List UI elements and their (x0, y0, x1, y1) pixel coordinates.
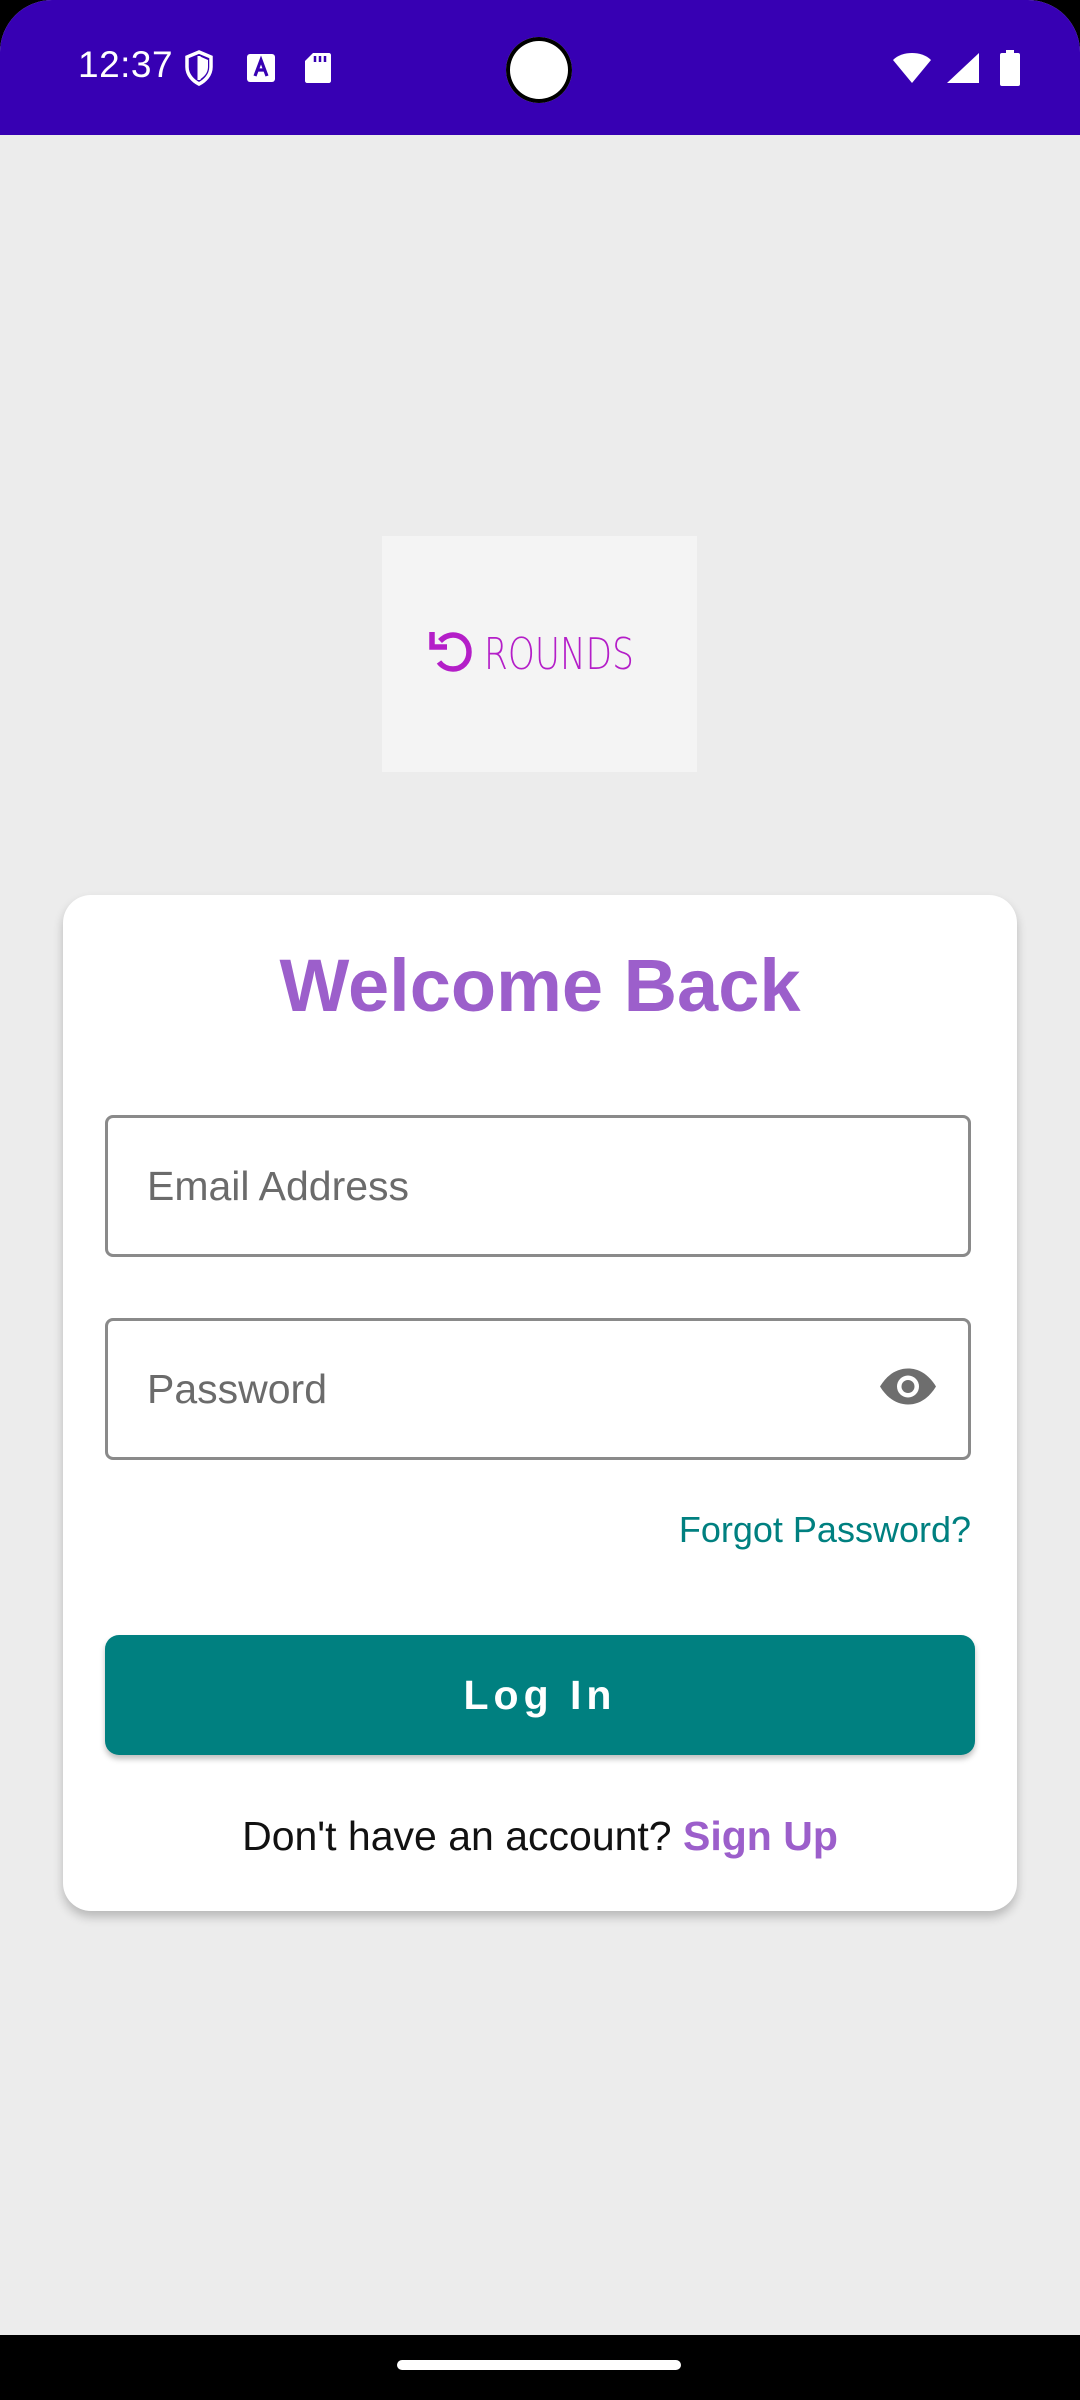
signup-prompt: Don't have an account? (242, 1813, 684, 1859)
login-screen: 12:37 ROUNDS Welcome Back Email Address … (0, 0, 1080, 2400)
password-field[interactable] (105, 1318, 971, 1460)
welcome-title: Welcome Back (279, 944, 801, 1027)
status-icons-right (892, 50, 1020, 86)
wifi-icon (892, 52, 932, 84)
sd-card-icon (304, 52, 332, 84)
battery-icon (1000, 50, 1020, 86)
email-input[interactable] (108, 1117, 968, 1255)
email-field[interactable] (105, 1115, 971, 1257)
login-card: Welcome Back Forgot Password? Log In Don… (63, 895, 1017, 1911)
show-password-icon[interactable] (878, 1367, 938, 1412)
text-a-icon (246, 53, 276, 83)
app-logo: ROUNDS (382, 536, 697, 772)
refresh-icon (426, 627, 476, 682)
signup-link[interactable]: Sign Up (683, 1813, 838, 1859)
login-button[interactable]: Log In (105, 1635, 975, 1755)
signal-icon (946, 52, 980, 84)
signup-row: Don't have an account? Sign Up (63, 1813, 1017, 1860)
password-input[interactable] (108, 1320, 968, 1458)
shield-icon (184, 50, 214, 86)
logo-mark: ROUNDS (426, 627, 654, 682)
forgot-password-link[interactable]: Forgot Password? (679, 1509, 971, 1551)
logo-text: ROUNDS (483, 628, 634, 680)
home-indicator[interactable] (397, 2360, 681, 2370)
status-icons-left (184, 50, 332, 86)
front-camera (506, 37, 572, 103)
status-bar: 12:37 (0, 0, 1080, 135)
status-time: 12:37 (78, 44, 174, 85)
